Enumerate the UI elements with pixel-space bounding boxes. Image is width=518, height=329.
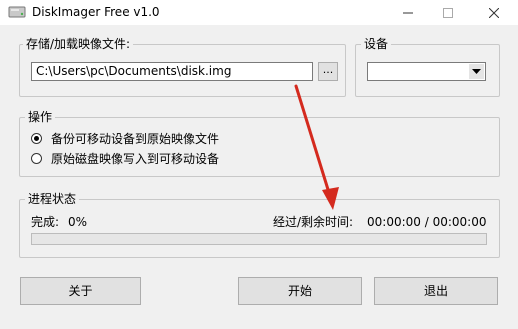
complete-value: 0%	[68, 215, 88, 229]
operation-group	[19, 117, 500, 177]
exit-button[interactable]: 退出	[374, 277, 498, 305]
window-title: DiskImager Free v1.0	[32, 5, 160, 19]
maximize-icon	[443, 7, 453, 22]
radio-backup-label: 备份可移动设备到原始映像文件	[51, 132, 220, 146]
maximize-button[interactable]	[428, 0, 468, 25]
radio-restore-label: 原始磁盘映像写入到可移动设备	[51, 152, 220, 166]
chevron-down-icon[interactable]	[469, 64, 484, 79]
progress-group-label: 进程状态	[25, 192, 80, 206]
operation-group-label: 操作	[25, 110, 56, 124]
start-button[interactable]: 开始	[238, 277, 362, 305]
browse-button[interactable]: ...	[318, 62, 338, 81]
disk-imager-icon	[8, 4, 26, 20]
close-button[interactable]	[474, 0, 514, 25]
minimize-icon	[403, 7, 413, 22]
progress-bar	[31, 233, 487, 245]
complete-label: 完成:	[31, 215, 60, 229]
time-label: 经过/剩余时间:	[273, 215, 354, 229]
radio-button-unselected[interactable]	[31, 153, 42, 164]
title-bar: DiskImager Free v1.0	[0, 0, 518, 25]
image-file-group-label: 存储/加载映像文件:	[23, 37, 134, 51]
time-value: 00:00:00 / 00:00:00	[367, 215, 487, 229]
device-group-label: 设备	[361, 37, 392, 51]
radio-button-selected[interactable]	[31, 133, 42, 144]
image-path-input[interactable]: C:\Users\pc\Documents\disk.img	[31, 62, 313, 81]
close-icon	[488, 7, 500, 22]
about-button[interactable]: 关于	[20, 277, 141, 305]
device-select[interactable]	[367, 62, 486, 81]
minimize-button[interactable]	[388, 0, 428, 25]
